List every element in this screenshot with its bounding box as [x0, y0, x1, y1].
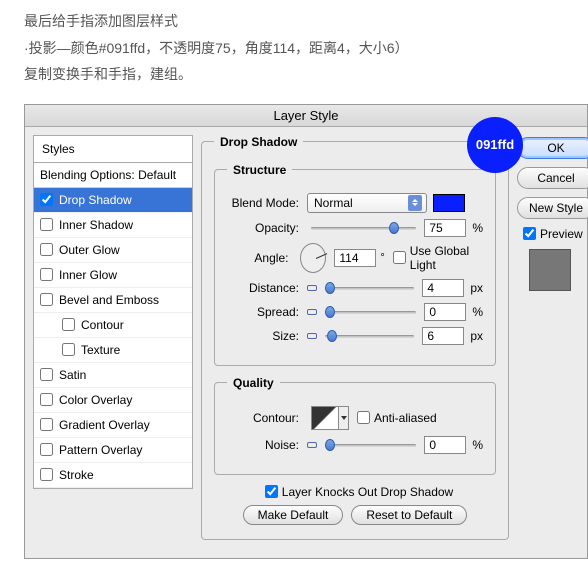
style-pattern-overlay[interactable]: Pattern Overlay	[34, 438, 192, 463]
style-drop-shadow[interactable]: Drop Shadow	[34, 188, 192, 213]
style-satin[interactable]: Satin	[34, 363, 192, 388]
checkbox-stroke[interactable]	[40, 468, 53, 481]
checkbox-outer-glow[interactable]	[40, 243, 53, 256]
size-input[interactable]	[422, 327, 464, 345]
style-outer-glow[interactable]: Outer Glow	[34, 238, 192, 263]
instructions-block: 最后给手指添加图层样式 ·投影—颜色#091ffd，不透明度75，角度114，距…	[0, 0, 588, 104]
right-column: OK Cancel New Style Preview	[517, 135, 587, 550]
distance-slider[interactable]	[325, 281, 414, 295]
checkbox-drop-shadow[interactable]	[40, 193, 53, 206]
checkbox-bevel-emboss[interactable]	[40, 293, 53, 306]
styles-column: Styles Blending Options: Default Drop Sh…	[33, 135, 193, 550]
checkbox-gradient-overlay[interactable]	[40, 418, 53, 431]
style-stroke[interactable]: Stroke	[34, 463, 192, 488]
quality-group: Quality Contour: Anti-aliased Noise: %	[214, 376, 496, 475]
anti-aliased-checkbox[interactable]: Anti-aliased	[357, 411, 437, 425]
angle-dial[interactable]	[300, 243, 326, 273]
preview-swatch	[529, 249, 571, 291]
opacity-input[interactable]	[424, 219, 466, 237]
structure-legend: Structure	[227, 163, 292, 177]
checkbox-inner-shadow[interactable]	[40, 218, 53, 231]
checkbox-texture[interactable]	[62, 343, 75, 356]
size-slider[interactable]	[325, 329, 414, 343]
contour-label: Contour:	[227, 411, 307, 425]
style-inner-shadow[interactable]: Inner Shadow	[34, 213, 192, 238]
link-icon	[307, 307, 317, 317]
shadow-color-swatch[interactable]	[433, 194, 465, 212]
new-style-button[interactable]: New Style	[517, 197, 588, 219]
blend-mode-label: Blend Mode:	[227, 196, 307, 210]
reset-default-button[interactable]: Reset to Default	[351, 505, 467, 525]
style-gradient-overlay[interactable]: Gradient Overlay	[34, 413, 192, 438]
quality-legend: Quality	[227, 376, 280, 390]
angle-label: Angle:	[227, 251, 296, 265]
angle-input[interactable]	[334, 249, 376, 267]
checkbox-contour[interactable]	[62, 318, 75, 331]
instruction-line: 复制变换手和手指，建组。	[24, 61, 564, 88]
checkbox-pattern-overlay[interactable]	[40, 443, 53, 456]
spread-unit: %	[472, 305, 483, 319]
distance-label: Distance:	[227, 281, 307, 295]
drop-shadow-legend: Drop Shadow	[214, 135, 303, 149]
style-color-overlay[interactable]: Color Overlay	[34, 388, 192, 413]
cancel-button[interactable]: Cancel	[517, 167, 588, 189]
distance-input[interactable]	[422, 279, 464, 297]
styles-list: Blending Options: Default Drop Shadow In…	[33, 163, 193, 489]
opacity-label: Opacity:	[227, 221, 307, 235]
drop-shadow-group: Drop Shadow Structure Blend Mode: Normal…	[201, 135, 509, 540]
style-texture[interactable]: Texture	[34, 338, 192, 363]
spread-label: Spread:	[227, 305, 307, 319]
noise-slider[interactable]	[325, 438, 416, 452]
structure-group: Structure Blend Mode: Normal Opacity:	[214, 163, 496, 366]
contour-swatch[interactable]	[311, 406, 339, 430]
noise-label: Noise:	[227, 438, 307, 452]
color-badge: 091ffd	[467, 117, 523, 173]
make-default-button[interactable]: Make Default	[243, 505, 344, 525]
layer-style-dialog: Layer Style Styles Blending Options: Def…	[24, 104, 588, 559]
noise-unit: %	[472, 438, 483, 452]
preview-checkbox[interactable]: Preview	[523, 227, 587, 241]
chevron-down-icon	[341, 416, 347, 420]
style-bevel-emboss[interactable]: Bevel and Emboss	[34, 288, 192, 313]
use-global-light-checkbox[interactable]: Use Global Light	[393, 244, 483, 272]
distance-unit: px	[470, 281, 483, 295]
style-blending-options[interactable]: Blending Options: Default	[34, 163, 192, 188]
checkbox-satin[interactable]	[40, 368, 53, 381]
opacity-slider[interactable]	[311, 221, 416, 235]
knocks-out-checkbox[interactable]: Layer Knocks Out Drop Shadow	[265, 485, 453, 499]
link-icon	[307, 283, 317, 293]
blend-mode-value: Normal	[314, 196, 353, 210]
contour-dropdown-arrow[interactable]	[339, 406, 349, 430]
spread-slider[interactable]	[325, 305, 416, 319]
opacity-unit: %	[472, 221, 483, 235]
checkbox-inner-glow[interactable]	[40, 268, 53, 281]
main-column: 091ffd Drop Shadow Structure Blend Mode:…	[193, 135, 517, 550]
blend-mode-select[interactable]: Normal	[307, 193, 427, 213]
spread-input[interactable]	[424, 303, 466, 321]
size-unit: px	[470, 329, 483, 343]
select-arrows-icon	[408, 195, 422, 211]
instruction-line: 最后给手指添加图层样式	[24, 8, 564, 35]
ok-button[interactable]: OK	[517, 137, 588, 159]
style-inner-glow[interactable]: Inner Glow	[34, 263, 192, 288]
instruction-line: ·投影—颜色#091ffd，不透明度75，角度114，距离4，大小6）	[24, 35, 564, 62]
style-contour[interactable]: Contour	[34, 313, 192, 338]
link-icon	[307, 440, 317, 450]
styles-header[interactable]: Styles	[33, 135, 193, 163]
angle-degree: °	[380, 252, 384, 264]
link-icon	[307, 331, 317, 341]
size-label: Size:	[227, 329, 307, 343]
noise-input[interactable]	[424, 436, 466, 454]
checkbox-color-overlay[interactable]	[40, 393, 53, 406]
